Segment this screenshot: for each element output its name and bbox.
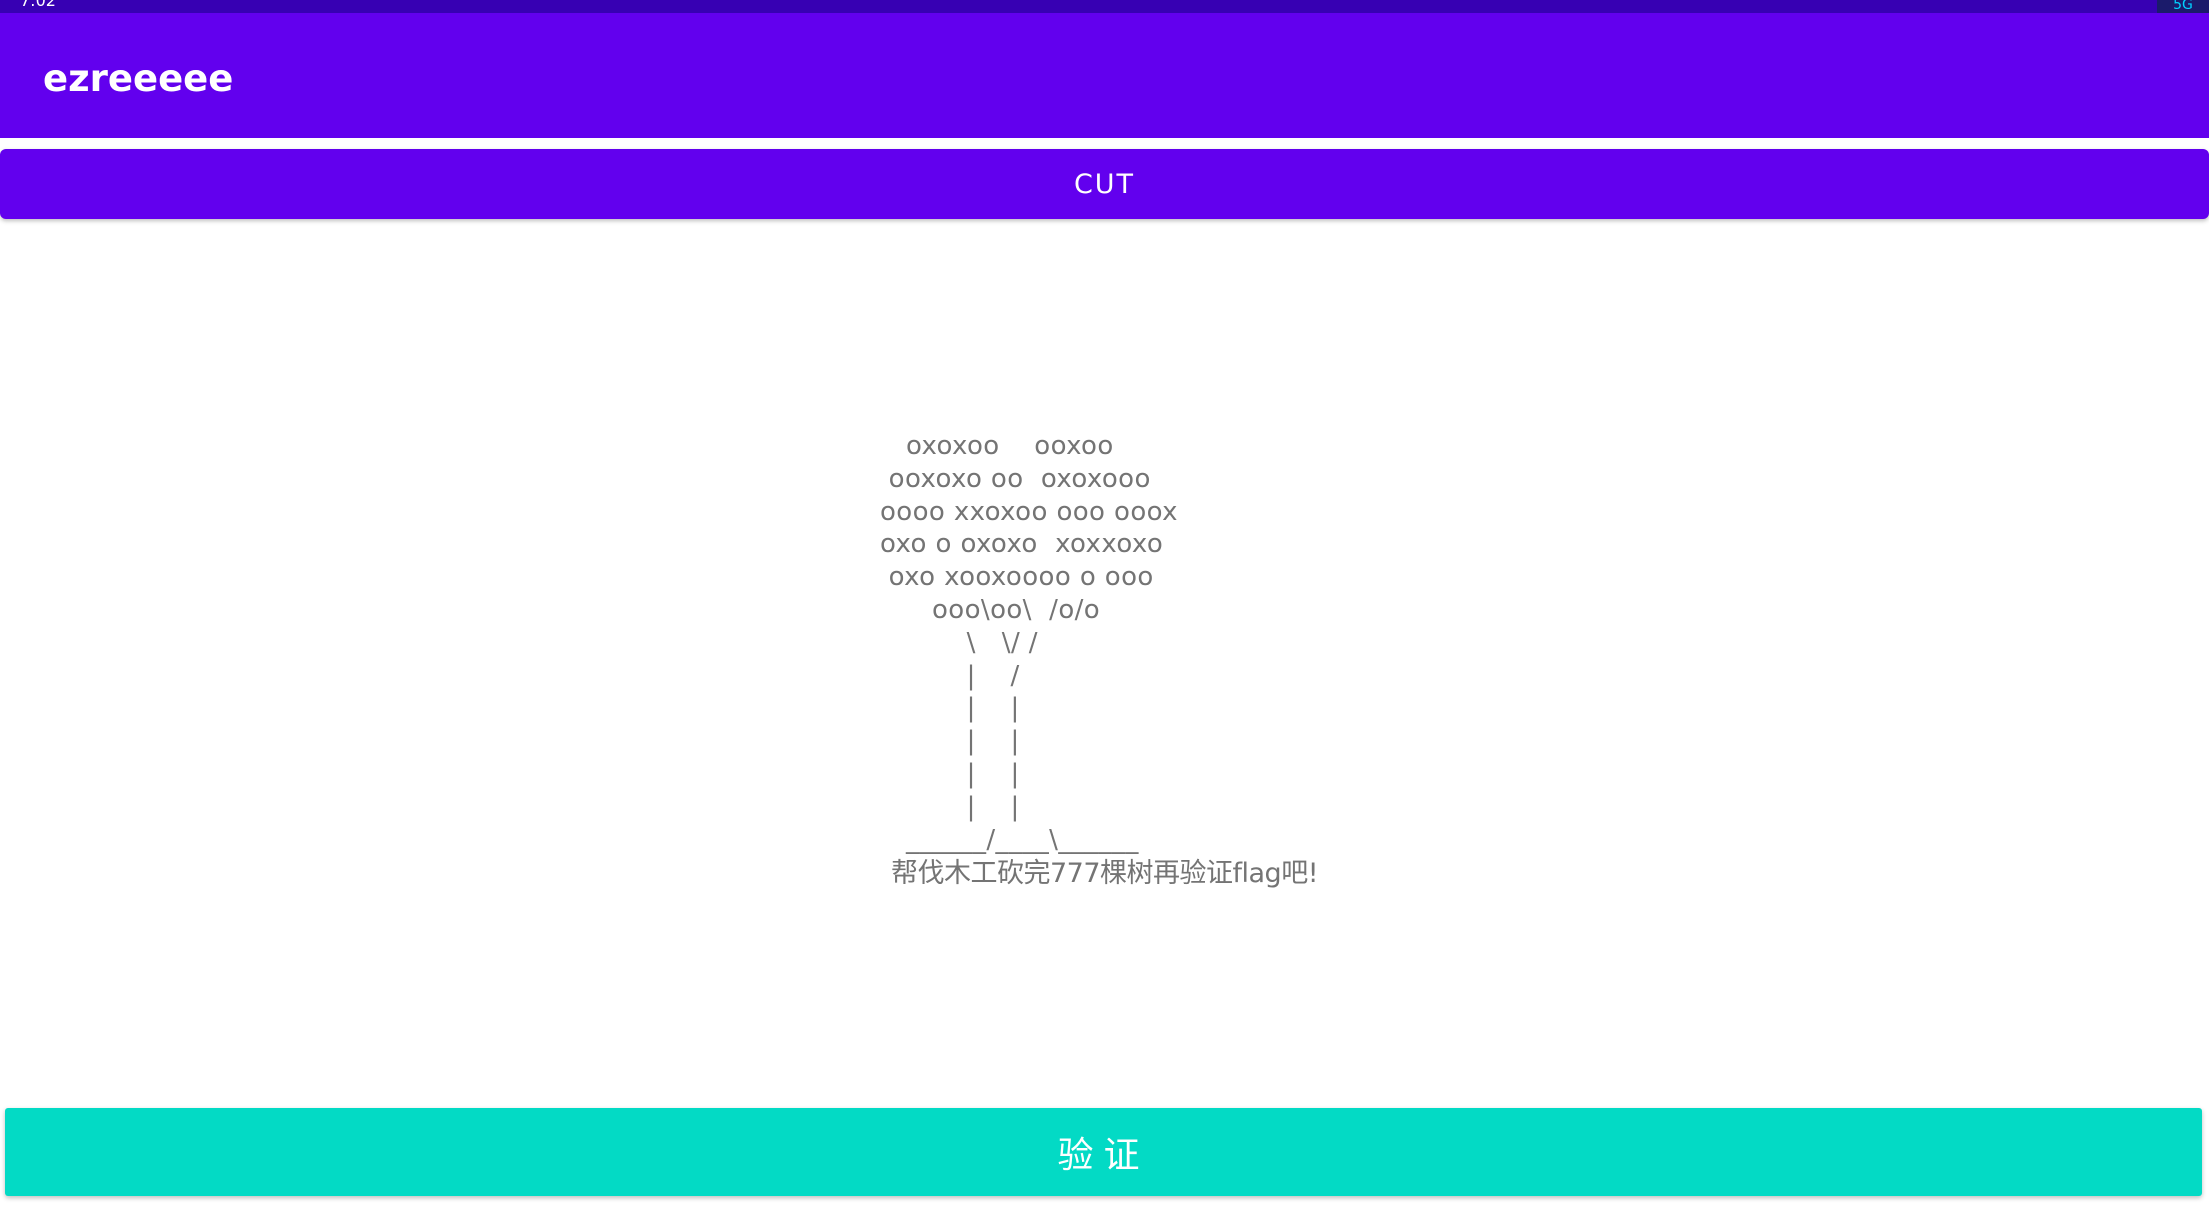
- app-title: ezreeeee: [43, 57, 234, 100]
- hint-text: 帮伐木工砍完777棵树再验证flag吧!: [890, 858, 1319, 889]
- app-bar: ezreeeee: [0, 13, 2209, 138]
- verify-button[interactable]: 验证: [5, 1108, 2202, 1196]
- cut-button[interactable]: CUT: [0, 149, 2209, 219]
- network-indicator: 5G: [2157, 0, 2209, 13]
- app-screen: 7:02 5G ezreeeee CUT oxoxoo ooxoo ooxoxo…: [0, 0, 2209, 1207]
- tree-ascii-art: oxoxoo ooxoo ooxoxo oo oxoxooo oooo xxox…: [880, 431, 1178, 855]
- status-time: 7:02: [20, 0, 56, 10]
- status-bar: 7:02 5G: [0, 0, 2209, 13]
